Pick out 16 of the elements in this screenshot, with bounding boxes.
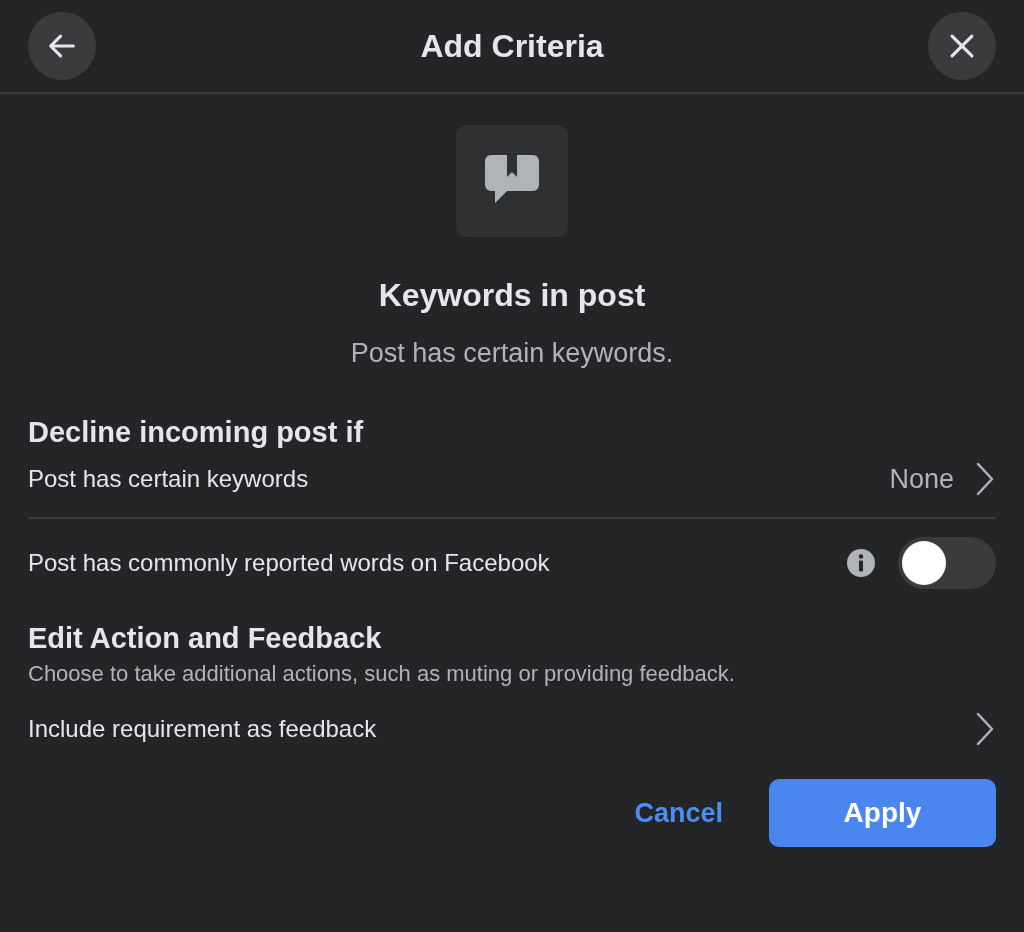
dialog-title: Add Criteria <box>420 27 604 65</box>
section-description: Choose to take additional actions, such as muting or providing feedback. <box>28 661 736 687</box>
criterion-description: Post has certain keywords. <box>350 338 674 369</box>
info-icon[interactable] <box>846 548 876 578</box>
row-label: Include requirement as feedback <box>28 715 378 743</box>
section-heading: Decline incoming post if <box>28 415 365 449</box>
row-label: Post has certain keywords <box>28 465 310 493</box>
row-value: None <box>889 463 954 495</box>
cancel-button[interactable]: Cancel <box>634 797 723 829</box>
criterion-title: Keywords in post <box>378 277 646 314</box>
chevron-right-icon[interactable] <box>974 461 996 497</box>
chevron-right-icon[interactable] <box>974 711 996 747</box>
toggle-switch[interactable] <box>898 537 996 589</box>
row-label: Post has commonly reported words on Facebook <box>28 549 551 577</box>
section-heading: Edit Action and Feedback <box>28 621 383 655</box>
apply-button[interactable]: Apply <box>769 779 996 847</box>
